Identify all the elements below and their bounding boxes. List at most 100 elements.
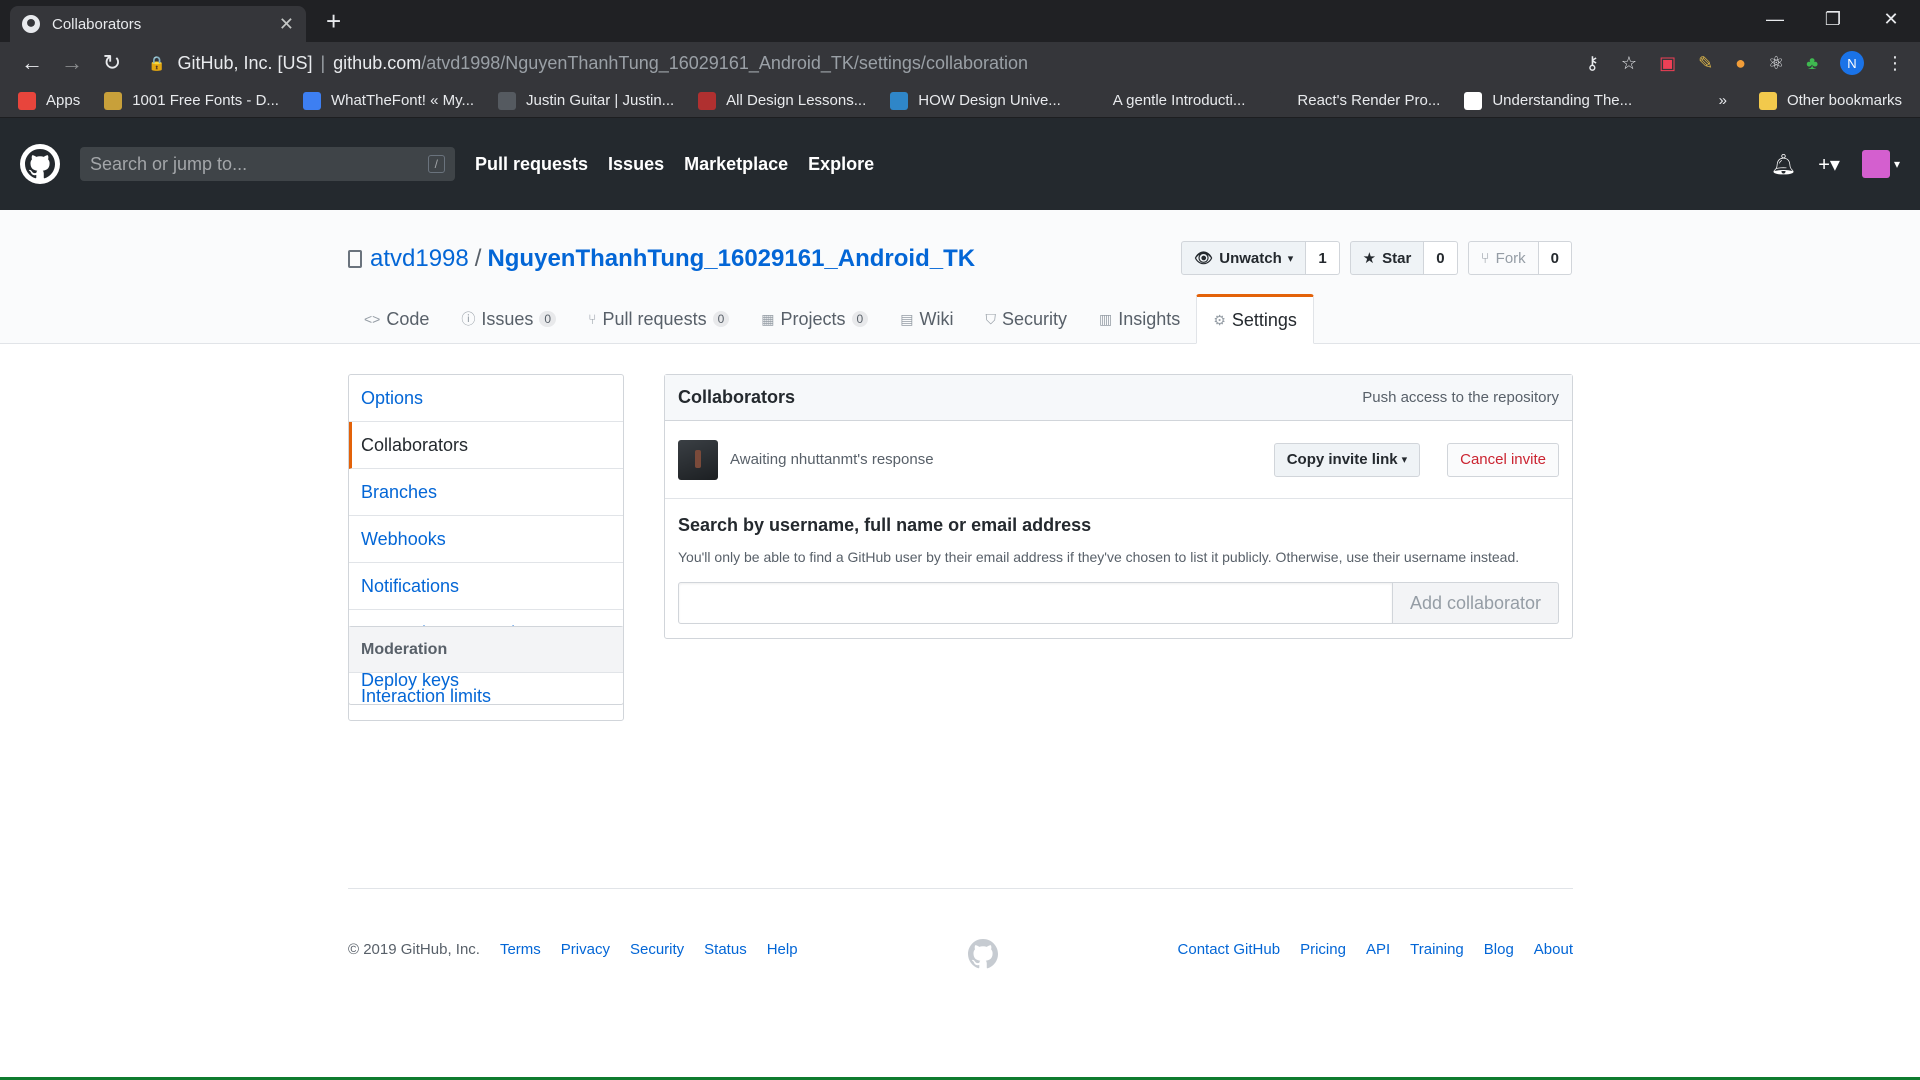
- tab-security[interactable]: ⛉ Security: [969, 294, 1083, 344]
- github-search-input[interactable]: Search or jump to... /: [80, 147, 455, 181]
- browser-tab-strip: Collaborators ✕ + — ❐ ✕: [0, 0, 1920, 42]
- forward-icon[interactable]: →: [52, 50, 92, 76]
- bookmark-item[interactable]: A gentle Introducti...: [1084, 91, 1245, 110]
- tab-icon: ⚙: [1213, 311, 1226, 328]
- repo-name-link[interactable]: NguyenThanhTung_16029161_Android_TK: [487, 245, 975, 273]
- footer-link-security[interactable]: Security: [630, 941, 684, 958]
- browser-tab[interactable]: Collaborators ✕: [10, 6, 306, 42]
- repo-tabs: <> Code ⓘ Issues 0 ⑂ Pull requests 0 ▦ Projects 0 ▤…: [348, 294, 1314, 344]
- footer-right: Contact GitHub Pricing API Training Blog Abou…: [1158, 941, 1573, 958]
- repo-owner-link[interactable]: atvd1998: [370, 245, 469, 273]
- sidebar-item-collaborators[interactable]: Collaborators: [349, 422, 623, 469]
- bookmark-item[interactable]: Justin Guitar | Justin...: [498, 91, 674, 110]
- honey-extension-icon[interactable]: ●: [1735, 53, 1746, 74]
- tab-settings[interactable]: ⚙ Settings: [1196, 294, 1314, 344]
- bookmark-favicon-icon: [1464, 91, 1483, 110]
- footer-copyright: © 2019 GitHub, Inc.: [348, 941, 480, 958]
- bookmark-label: HOW Design Unive...: [918, 92, 1061, 109]
- create-new-plus-icon[interactable]: +▾: [1818, 152, 1840, 177]
- bookmark-item[interactable]: Apps: [18, 91, 80, 110]
- watch-count[interactable]: 1: [1306, 241, 1340, 275]
- tab-wiki[interactable]: ▤ Wiki: [884, 294, 969, 344]
- new-tab-icon[interactable]: +: [326, 7, 341, 35]
- footer-link-help[interactable]: Help: [767, 941, 798, 958]
- fork-button[interactable]: ⑂ Fork: [1467, 241, 1539, 275]
- tree-extension-icon[interactable]: ♣: [1806, 53, 1818, 74]
- bookmark-label: All Design Lessons...: [726, 92, 867, 109]
- sidebar-item-branches[interactable]: Branches: [349, 469, 623, 516]
- footer-link-blog[interactable]: Blog: [1484, 941, 1514, 958]
- cancel-invite-button[interactable]: Cancel invite: [1447, 442, 1559, 477]
- bookmark-star-icon[interactable]: ☆: [1621, 53, 1637, 74]
- star-icon: ★: [1362, 250, 1377, 267]
- footer-link-training[interactable]: Training: [1410, 941, 1464, 958]
- nav-issues[interactable]: Issues: [608, 154, 664, 175]
- search-heading: Search by username, full name or email a…: [678, 515, 1092, 535]
- tab-icon: ⑂: [588, 311, 597, 327]
- tab-projects[interactable]: ▦ Projects 0: [745, 294, 884, 344]
- footer-link-terms[interactable]: Terms: [500, 941, 541, 958]
- window-close-icon[interactable]: ✕: [1862, 0, 1920, 38]
- pen-extension-icon[interactable]: ✎: [1698, 53, 1713, 74]
- bookmarks-overflow-icon[interactable]: »: [1719, 92, 1727, 109]
- footer-link-contact-github[interactable]: Contact GitHub: [1178, 941, 1281, 958]
- footer-link-privacy[interactable]: Privacy: [561, 941, 610, 958]
- bookmark-item[interactable]: 1001 Free Fonts - D...: [104, 91, 279, 110]
- bookmark-favicon-icon: [498, 91, 517, 110]
- tab-issues[interactable]: ⓘ Issues 0: [445, 294, 572, 344]
- star-count[interactable]: 0: [1424, 241, 1458, 275]
- url-host: github.com: [333, 52, 422, 73]
- bookmark-item[interactable]: WhatTheFont! « My...: [302, 91, 474, 110]
- github-logo-icon[interactable]: [20, 144, 60, 184]
- sidebar-item-interaction-limits[interactable]: Interaction limits: [349, 673, 623, 720]
- tab-close-icon[interactable]: ✕: [279, 14, 294, 35]
- unwatch-button[interactable]: 👁︎ Unwatch ▾: [1181, 241, 1307, 275]
- fork-count[interactable]: 0: [1538, 241, 1572, 275]
- fork-action: ⑂ Fork 0: [1467, 241, 1572, 275]
- footer-link-pricing[interactable]: Pricing: [1300, 941, 1346, 958]
- add-collaborator-button[interactable]: Add collaborator: [1393, 582, 1559, 624]
- extensions-area: ⚷ ☆ ▣ ✎ ● ⚛ ♣ N ⋮: [1586, 51, 1904, 75]
- back-icon[interactable]: ←: [12, 50, 52, 76]
- lock-icon: 🔒: [148, 54, 166, 71]
- tab-code[interactable]: <> Code: [348, 294, 445, 344]
- footer-link-about[interactable]: About: [1534, 941, 1573, 958]
- browser-menu-icon[interactable]: ⋮: [1886, 53, 1904, 74]
- copy-invite-link-button[interactable]: Copy invite link ▾: [1273, 442, 1421, 477]
- footer-link-api[interactable]: API: [1366, 941, 1390, 958]
- tab-insights[interactable]: ▥ Insights: [1083, 294, 1196, 344]
- sidebar-item-options[interactable]: Options: [349, 375, 623, 422]
- minimize-icon[interactable]: —: [1746, 0, 1804, 38]
- reload-icon[interactable]: ↻: [92, 50, 132, 76]
- key-icon[interactable]: ⚷: [1586, 53, 1599, 74]
- collaborator-search-input[interactable]: [678, 582, 1393, 624]
- other-bookmarks-label: Other bookmarks: [1786, 92, 1902, 109]
- bookmark-item[interactable]: All Design Lessons...: [698, 91, 867, 110]
- nav-explore[interactable]: Explore: [808, 154, 874, 175]
- restore-icon[interactable]: ❐: [1804, 0, 1862, 38]
- nav-marketplace[interactable]: Marketplace: [684, 154, 788, 175]
- tab-label: Security: [1001, 308, 1067, 329]
- nav-pull-requests[interactable]: Pull requests: [475, 154, 588, 175]
- user-menu[interactable]: ▾: [1861, 150, 1900, 178]
- address-bar[interactable]: 🔒 GitHub, Inc. [US] | github.com/atvd199…: [142, 46, 1477, 80]
- star-button[interactable]: ★ Star: [1349, 241, 1425, 275]
- footer-github-mark-icon[interactable]: [968, 939, 999, 973]
- sidebar-item-notifications[interactable]: Notifications: [349, 563, 623, 610]
- footer-link-status[interactable]: Status: [704, 941, 747, 958]
- other-bookmarks[interactable]: Other bookmarks: [1758, 91, 1902, 110]
- sidebar-item-webhooks[interactable]: Webhooks: [349, 516, 623, 563]
- tab-pull-requests[interactable]: ⑂ Pull requests 0: [572, 294, 745, 344]
- bookmark-item[interactable]: HOW Design Unive...: [890, 91, 1061, 110]
- bookmark-favicon-icon: [302, 91, 321, 110]
- collaborators-subtitle: Push access to the repository: [1362, 389, 1559, 406]
- notifications-bell-icon[interactable]: 🔔︎: [1771, 152, 1796, 177]
- bookmark-item[interactable]: React's Render Pro...: [1269, 91, 1440, 110]
- pocket-extension-icon[interactable]: ▣: [1659, 53, 1676, 74]
- bookmark-item[interactable]: Understanding The...: [1464, 91, 1632, 110]
- react-devtools-icon[interactable]: ⚛: [1768, 53, 1784, 74]
- fork-icon: ⑂: [1480, 249, 1490, 267]
- profile-avatar[interactable]: N: [1840, 51, 1864, 75]
- fork-label: Fork: [1495, 249, 1526, 267]
- github-header: Search or jump to... / Pull requests Iss…: [0, 118, 1920, 210]
